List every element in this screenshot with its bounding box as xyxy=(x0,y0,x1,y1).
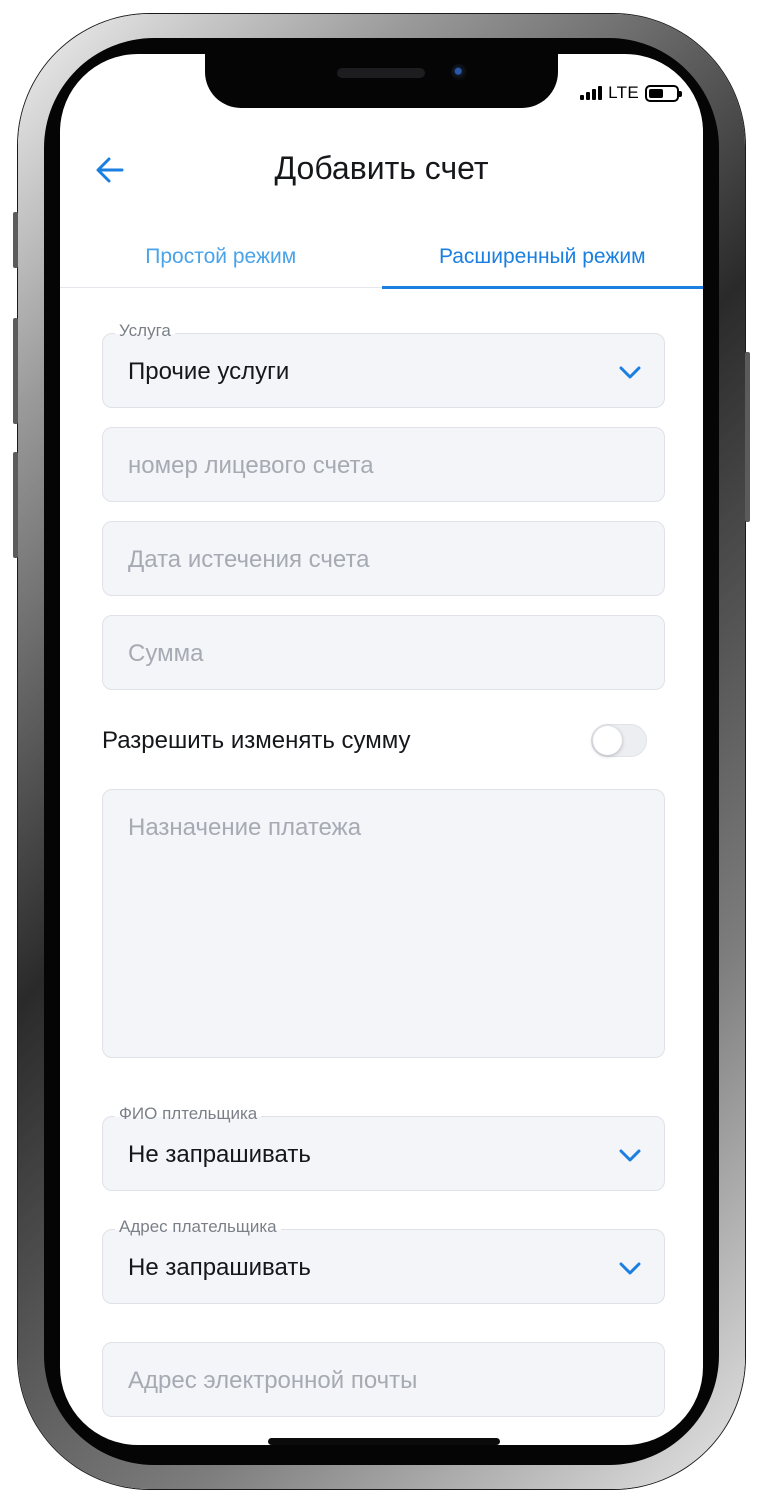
amount-field[interactable]: Сумма xyxy=(102,615,665,690)
signal-icon xyxy=(580,86,603,100)
account-number-placeholder: номер лицевого счета xyxy=(128,452,374,479)
tab-simple-mode[interactable]: Простой режим xyxy=(60,226,382,287)
allow-change-amount-label: Разрешить изменять сумму xyxy=(102,727,411,754)
payer-address-value: Не запрашивать xyxy=(128,1254,311,1281)
allow-change-amount-row: Разрешить изменять сумму xyxy=(102,719,647,763)
email-field[interactable]: Адрес электронной почты xyxy=(102,1342,665,1417)
payer-name-label: ФИО плтельщика xyxy=(115,1104,262,1124)
email-placeholder: Адрес электронной почты xyxy=(128,1367,418,1394)
notch xyxy=(205,54,558,108)
mode-tabs: Простой режим Расширенный режим xyxy=(60,226,704,289)
chevron-down-icon xyxy=(619,1262,641,1275)
chevron-down-icon xyxy=(619,366,641,379)
payer-name-value: Не запрашивать xyxy=(128,1141,311,1168)
payer-address-select[interactable]: Адрес плательщика Не запрашивать xyxy=(102,1217,665,1304)
chevron-down-icon xyxy=(619,1149,641,1162)
expiry-date-field[interactable]: Дата истечения счета xyxy=(102,521,665,596)
service-label: Услуга xyxy=(115,321,175,341)
app-screen: LTE Добавить счет Простой режим Расширен… xyxy=(60,54,703,1445)
payment-purpose-placeholder: Назначение платежа xyxy=(128,814,362,841)
amount-placeholder: Сумма xyxy=(128,640,204,667)
power-button xyxy=(745,352,750,522)
home-indicator[interactable] xyxy=(268,1438,500,1445)
battery-icon xyxy=(645,84,682,102)
allow-change-amount-toggle[interactable] xyxy=(591,724,647,757)
service-select[interactable]: Услуга Прочие услуги xyxy=(102,321,665,408)
tab-advanced-mode[interactable]: Расширенный режим xyxy=(381,226,704,289)
service-value: Прочие услуги xyxy=(128,358,290,385)
payment-purpose-textarea[interactable]: Назначение платежа xyxy=(102,789,665,1058)
payer-name-select[interactable]: ФИО плтельщика Не запрашивать xyxy=(102,1104,665,1191)
page-title: Добавить счет xyxy=(274,150,489,186)
account-number-field[interactable]: номер лицевого счета xyxy=(102,427,665,502)
toggle-knob xyxy=(593,726,622,755)
speaker-grille xyxy=(337,68,425,78)
status-bar: LTE xyxy=(580,82,682,104)
network-type: LTE xyxy=(608,83,639,102)
payer-address-label: Адрес плательщика xyxy=(115,1217,281,1237)
expiry-date-placeholder: Дата истечения счета xyxy=(128,546,370,573)
front-camera xyxy=(451,64,467,80)
